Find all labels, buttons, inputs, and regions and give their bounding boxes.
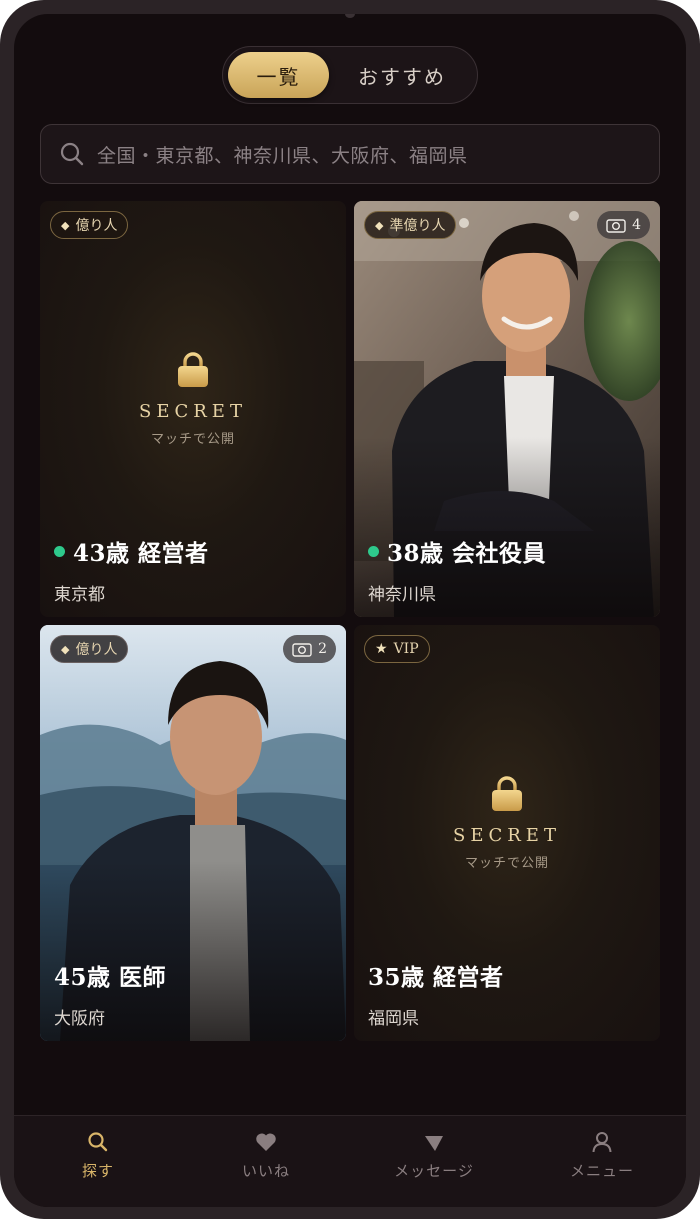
app-screen: 一覧 おすすめ 全国・東京都、神奈川県、大阪府、福岡県 ◆ 億り人 SECRET… <box>14 14 686 1207</box>
rank-badge: ◆ 億り人 <box>50 211 129 239</box>
search-bar[interactable]: 全国・東京都、神奈川県、大阪府、福岡県 <box>40 124 660 184</box>
photo-count-badge: 4 <box>597 211 650 239</box>
tab-likes[interactable]: いいね <box>182 1130 350 1181</box>
rank-badge-label: VIP <box>393 641 419 657</box>
segment-recommended-button[interactable]: おすすめ <box>333 52 471 98</box>
lock-icon <box>492 776 522 811</box>
profile-card-3[interactable]: ◆ 億り人 2 45歳 医師 大阪府 <box>40 625 346 1041</box>
profile-info: 38歳 会社役員 神奈川県 <box>368 534 650 605</box>
diamond-icon: ◆ <box>61 642 70 656</box>
profile-info: 35歳 経営者 福岡県 <box>368 958 650 1029</box>
profile-title: 45歳 医師 <box>54 964 167 991</box>
profile-location: 神奈川県 <box>368 585 436 605</box>
profile-info: 43歳 経営者 東京都 <box>54 534 336 605</box>
tab-menu-label: メニュー <box>569 1162 634 1180</box>
rank-badge: ★ VIP <box>364 635 430 663</box>
tab-search[interactable]: 探す <box>14 1130 182 1181</box>
lock-icon <box>178 352 208 387</box>
search-icon <box>88 1132 108 1152</box>
camera-notch <box>345 14 355 18</box>
secret-overlay: SECRET マッチで公開 <box>40 351 346 447</box>
diamond-icon: ◆ <box>61 218 70 232</box>
tab-search-label: 探す <box>81 1162 114 1180</box>
profile-info: 45歳 医師 大阪府 <box>54 958 336 1029</box>
secret-label: SECRET <box>453 825 561 846</box>
rank-badge-label: 億り人 <box>75 642 118 658</box>
rank-badge-label: 億り人 <box>75 218 118 234</box>
tab-messages[interactable]: メッセージ <box>350 1130 518 1181</box>
diamond-icon: ◆ <box>375 218 384 232</box>
profile-location: 大阪府 <box>54 1009 105 1029</box>
profile-location: 福岡県 <box>368 1009 419 1029</box>
secret-label: SECRET <box>139 401 247 422</box>
camera-icon <box>606 218 626 233</box>
star-icon: ★ <box>375 641 388 657</box>
profile-title: 43歳 経営者 <box>73 540 209 567</box>
device-frame: 一覧 おすすめ 全国・東京都、神奈川県、大阪府、福岡県 ◆ 億り人 SECRET… <box>0 0 700 1219</box>
rank-badge-label: 準億り人 <box>389 218 446 234</box>
reveal-on-match-text: マッチで公開 <box>464 856 549 871</box>
rank-badge: ◆ 準億り人 <box>364 211 457 239</box>
tab-likes-label: いいね <box>241 1162 290 1180</box>
bottom-tab-bar: 探す いいね メッセージ メニュー <box>14 1115 686 1207</box>
online-status-dot <box>54 545 65 557</box>
profile-title: 38歳 会社役員 <box>387 540 547 567</box>
rank-badge: ◆ 億り人 <box>50 635 129 663</box>
profile-card-1[interactable]: ◆ 億り人 SECRET マッチで公開 43歳 経営者 東京都 <box>40 201 346 617</box>
heart-icon <box>256 1133 276 1151</box>
profile-title: 35歳 経営者 <box>368 964 504 991</box>
online-status-dot <box>368 545 379 557</box>
profile-location: 東京都 <box>54 585 105 605</box>
photo-count-badge: 2 <box>283 635 336 663</box>
photo-count-label: 2 <box>318 641 327 657</box>
photo-count-label: 4 <box>632 217 641 233</box>
user-icon <box>592 1132 612 1153</box>
reveal-on-match-text: マッチで公開 <box>150 432 235 447</box>
send-icon <box>425 1136 443 1151</box>
search-location-text: 全国・東京都、神奈川県、大阪府、福岡県 <box>97 144 468 167</box>
search-icon <box>60 142 84 166</box>
tab-menu[interactable]: メニュー <box>518 1130 686 1181</box>
view-segment-control: 一覧 おすすめ <box>222 46 478 104</box>
profile-card-2[interactable]: ◆ 準億り人 4 38歳 会社役員 神奈川県 <box>354 201 660 617</box>
secret-overlay: SECRET マッチで公開 <box>354 775 660 871</box>
profile-card-4[interactable]: ★ VIP SECRET マッチで公開 35歳 経営者 福岡県 <box>354 625 660 1041</box>
segment-list-button[interactable]: 一覧 <box>228 52 329 98</box>
camera-icon <box>292 642 312 657</box>
tab-messages-label: メッセージ <box>394 1162 474 1180</box>
